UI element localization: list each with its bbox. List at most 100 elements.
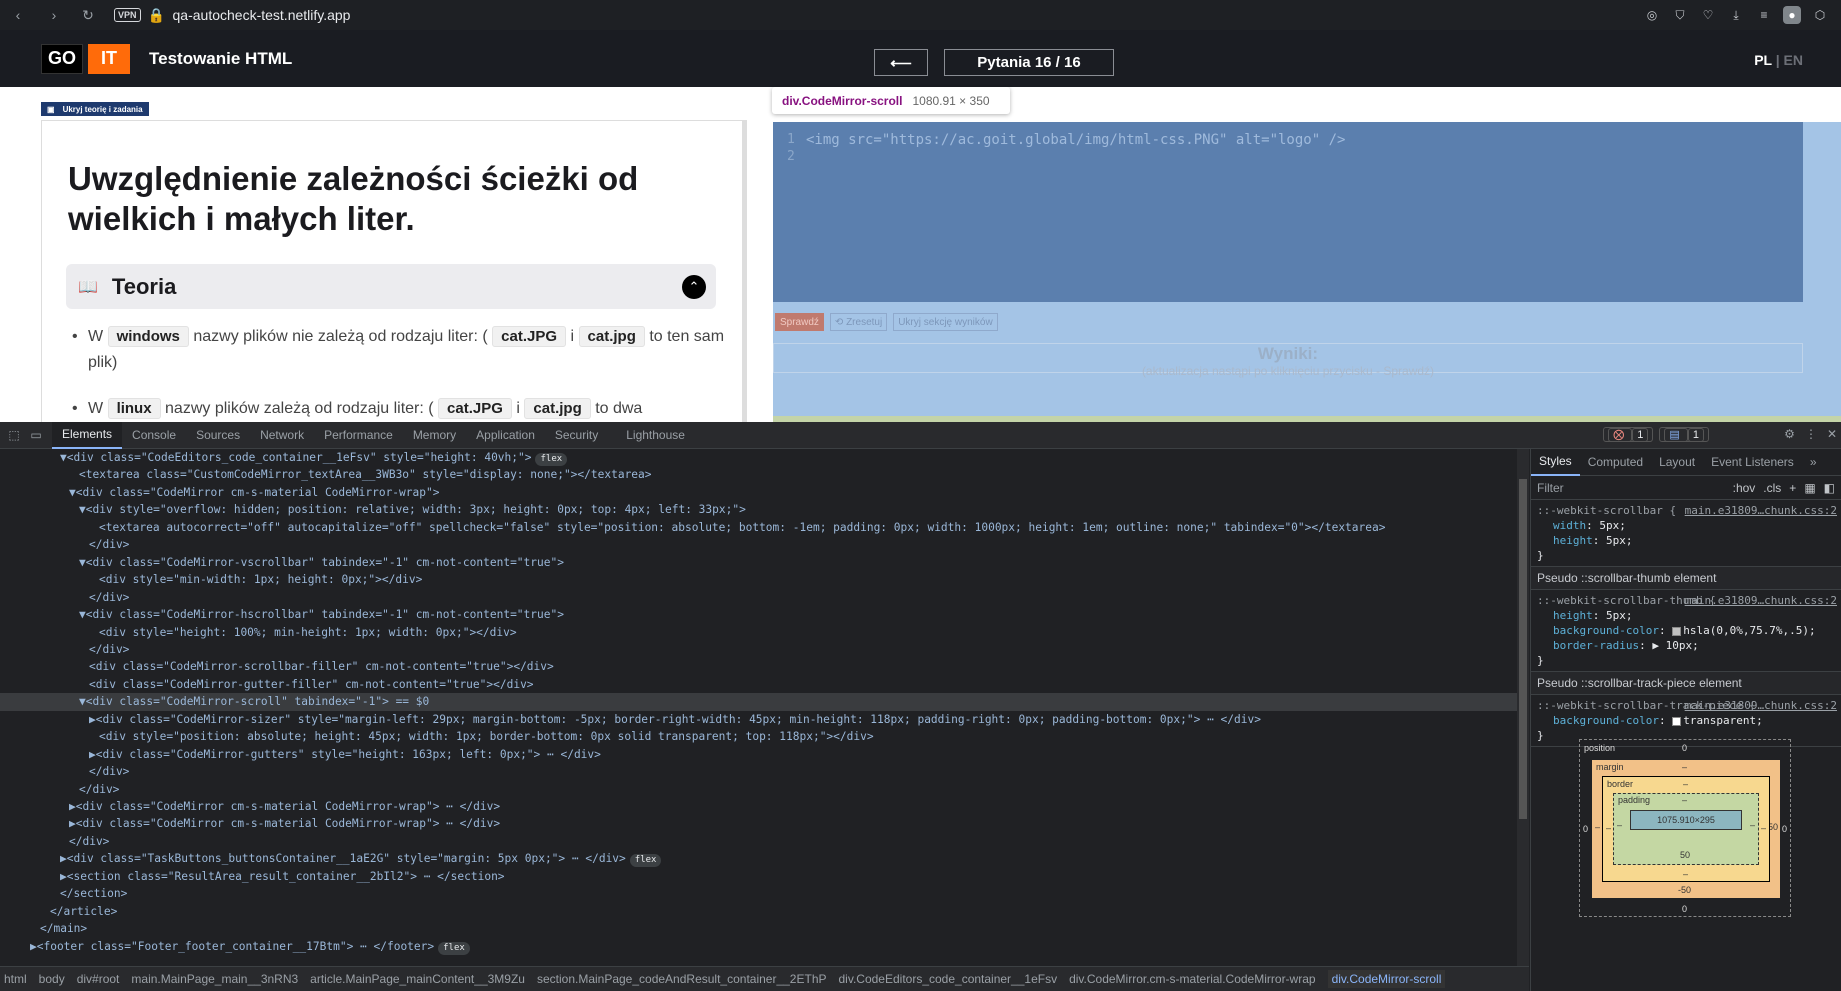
tab-performance[interactable]: Performance: [314, 422, 403, 449]
message-counter[interactable]: ▤ 1: [1659, 427, 1709, 442]
dom-node-line[interactable]: </div>: [89, 536, 129, 553]
dom-node-line[interactable]: <textarea autocorrect="off" autocapitali…: [99, 519, 1385, 536]
position-left[interactable]: 0: [1583, 824, 1588, 834]
vpn-badge[interactable]: VPN: [114, 8, 141, 22]
dom-node-line[interactable]: <textarea class="CustomCodeMirror_textAr…: [79, 466, 652, 483]
dom-node-line[interactable]: ▼<div class="CodeEditors_code_container_…: [60, 449, 568, 466]
dom-node-line[interactable]: </section>: [60, 885, 127, 902]
dom-node-line[interactable]: ▼<div class="CodeMirror cm-s-material Co…: [69, 484, 439, 501]
border-top[interactable]: –: [1683, 779, 1688, 789]
more-icon[interactable]: ⋮: [1805, 427, 1817, 441]
code-line[interactable]: <img src="https://ac.goit.global/img/htm…: [806, 132, 1345, 148]
question-counter[interactable]: Pytania 16 / 16: [944, 49, 1114, 76]
lock-icon[interactable]: 🔒: [148, 7, 165, 23]
dom-node-line[interactable]: ▼<div style="overflow: hidden; position:…: [79, 501, 746, 518]
paint-icon[interactable]: ▦: [1804, 481, 1815, 495]
position-bottom[interactable]: 0: [1682, 904, 1687, 914]
dom-node-line[interactable]: <div style="position: absolute; height: …: [99, 728, 874, 745]
settings-icon[interactable]: ⚙: [1784, 427, 1795, 441]
reload-icon[interactable]: ↻: [80, 7, 96, 23]
dom-node-line[interactable]: ▶<div class="CodeMirror-gutters" style="…: [89, 746, 601, 763]
position-right[interactable]: 0: [1782, 824, 1787, 834]
margin-top[interactable]: –: [1682, 762, 1687, 772]
rule-source-link[interactable]: main.e31809…chunk.css:2: [1685, 503, 1837, 518]
forward-icon[interactable]: ›: [46, 7, 62, 23]
tab-event-listeners[interactable]: Event Listeners: [1703, 455, 1802, 469]
profile-icon[interactable]: ●: [1783, 6, 1801, 24]
hov-toggle[interactable]: :hov: [1733, 481, 1756, 495]
breadcrumb-item[interactable]: div.CodeEditors_code_container__1eFsv: [839, 972, 1058, 986]
breadcrumb-item[interactable]: html: [4, 972, 27, 986]
flex-badge[interactable]: flex: [629, 854, 662, 868]
tab-security[interactable]: Security: [545, 422, 608, 449]
border-right[interactable]: –: [1761, 823, 1766, 833]
css-property[interactable]: height: 5px;: [1537, 608, 1835, 623]
lang-en[interactable]: EN: [1784, 52, 1803, 68]
lang-pl[interactable]: PL: [1754, 52, 1772, 68]
scrollbar-thumb[interactable]: [1519, 479, 1527, 819]
dom-node-line[interactable]: </div>: [69, 833, 109, 850]
breadcrumb-item[interactable]: body: [39, 972, 65, 986]
breadcrumb-item[interactable]: article.MainPage_mainContent__3M9Zu: [310, 972, 525, 986]
dom-node-line[interactable]: <div style="height: 100%; min-height: 1p…: [99, 624, 517, 641]
rule-source-link[interactable]: main.e31809…chunk.css:2: [1685, 593, 1837, 608]
tab-console[interactable]: Console: [122, 422, 186, 449]
tab-layout[interactable]: Layout: [1651, 455, 1703, 469]
rule-source-link[interactable]: main.e31809…chunk.css:2: [1685, 698, 1837, 713]
margin-left[interactable]: –: [1595, 822, 1600, 832]
margin-bottom[interactable]: -50: [1678, 885, 1691, 895]
tab-computed[interactable]: Computed: [1580, 455, 1651, 469]
position-top[interactable]: 0: [1682, 743, 1687, 753]
css-rule[interactable]: ::-webkit-scrollbar-thumb { main.e31809……: [1531, 590, 1841, 672]
error-counter[interactable]: ⨂ 1: [1603, 427, 1654, 442]
add-rule-icon[interactable]: +: [1789, 481, 1796, 495]
check-button[interactable]: Sprawdź: [775, 313, 824, 331]
cls-toggle[interactable]: .cls: [1763, 481, 1781, 495]
extensions-icon[interactable]: ⬡: [1811, 6, 1829, 24]
chevron-up-icon[interactable]: ⌃: [682, 275, 706, 299]
color-swatch[interactable]: [1672, 626, 1682, 636]
padding-bottom[interactable]: 50: [1680, 850, 1690, 860]
dom-node-line[interactable]: <div style="min-width: 1px; height: 0px;…: [99, 571, 422, 588]
breadcrumb-item[interactable]: div.CodeMirror-scroll: [1327, 970, 1446, 988]
shield-icon[interactable]: ⛉: [1671, 6, 1689, 24]
more-tabs-icon[interactable]: »: [1802, 455, 1825, 469]
reset-button[interactable]: ⟲ Zresetuj: [829, 313, 888, 331]
download-icon[interactable]: ⤓: [1727, 6, 1745, 24]
hide-theory-button[interactable]: ▣ Ukryj teorię i zadania: [41, 102, 149, 116]
border-bottom[interactable]: –: [1683, 869, 1688, 879]
breadcrumb-item[interactable]: div#root: [77, 972, 120, 986]
dom-node-line[interactable]: ▶<div class="CodeMirror cm-s-material Co…: [69, 798, 500, 815]
dom-node-line[interactable]: ▶<div class="TaskButtons_buttonsContaine…: [60, 850, 662, 868]
dom-node-line[interactable]: ▶<div class="CodeMirror cm-s-material Co…: [69, 815, 500, 832]
dom-node-line[interactable]: ▼<div class="CodeMirror-hscrollbar" tabi…: [79, 606, 564, 623]
box-content[interactable]: 1075.910×295: [1630, 810, 1742, 830]
tab-styles[interactable]: Styles: [1531, 449, 1580, 476]
css-property[interactable]: border-radius: ▶ 10px;: [1537, 638, 1835, 653]
css-property[interactable]: height: 5px;: [1537, 533, 1835, 548]
flex-badge[interactable]: flex: [535, 453, 568, 466]
sidebar-icon[interactable]: ◧: [1824, 481, 1835, 495]
menu-icon[interactable]: ≡: [1755, 6, 1773, 24]
css-property[interactable]: background-color: transparent;: [1537, 713, 1835, 728]
goit-logo[interactable]: GO IT: [41, 43, 130, 74]
padding-top[interactable]: –: [1682, 795, 1687, 805]
dom-node-line[interactable]: <div class="CodeMirror-scrollbar-filler"…: [89, 658, 554, 675]
color-swatch[interactable]: [1672, 716, 1682, 726]
css-rule[interactable]: ::-webkit-scrollbar { main.e31809…chunk.…: [1531, 500, 1841, 567]
border-left[interactable]: –: [1606, 823, 1611, 833]
dom-node-line[interactable]: <div class="CodeMirror-gutter-filler" cm…: [89, 676, 534, 693]
tab-lighthouse[interactable]: Lighthouse: [616, 422, 695, 449]
dom-node-line[interactable]: ▼<div class="CodeMirror-scroll" tabindex…: [0, 693, 1517, 711]
dom-node-line[interactable]: ▶<section class="ResultArea_result_conta…: [60, 868, 505, 885]
breadcrumb-item[interactable]: main.MainPage_main__3nRN3: [131, 972, 298, 986]
dom-node-line[interactable]: ▶<div class="CodeMirror-sizer" style="ma…: [89, 711, 1261, 728]
dom-scrollbar[interactable]: [1517, 449, 1529, 975]
flex-badge[interactable]: flex: [438, 941, 470, 955]
dom-node-line[interactable]: </div>: [79, 781, 119, 798]
address-bar[interactable]: qa-autocheck-test.netlify.app: [173, 7, 351, 23]
hide-results-button[interactable]: Ukryj sekcję wyników: [893, 313, 998, 331]
tab-memory[interactable]: Memory: [403, 422, 466, 449]
tab-sources[interactable]: Sources: [186, 422, 250, 449]
dom-node-line[interactable]: </div>: [89, 641, 129, 658]
